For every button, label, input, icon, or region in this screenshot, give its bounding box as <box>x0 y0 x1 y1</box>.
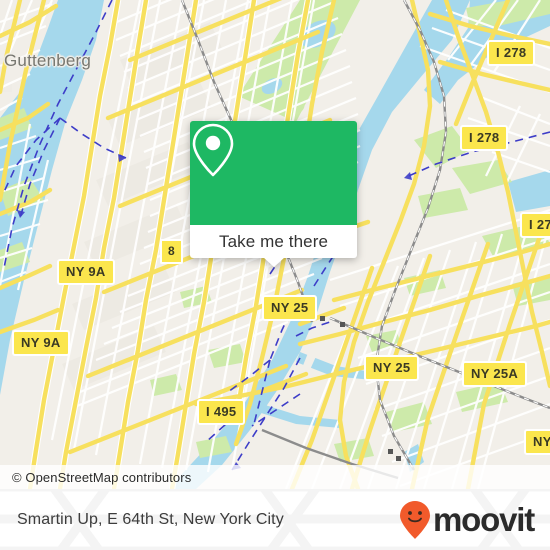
city-label-guttenberg: Guttenberg <box>4 51 92 70</box>
map-pin-icon <box>192 123 234 177</box>
map-canvas[interactable]: Guttenberg I 278 I 278 I 278 NY 9A NY 9A… <box>0 0 550 489</box>
moovit-logo: moovit <box>399 500 535 540</box>
bottom-info-bar: Smartin Up, E 64th St, New York City moo… <box>0 489 550 550</box>
location-title: Smartin Up, E 64th St, New York City <box>17 510 284 528</box>
moovit-map-screenshot: Guttenberg I 278 I 278 I 278 NY 9A NY 9A… <box>0 0 550 550</box>
road-shield-i278-a: I 278 <box>487 40 536 66</box>
road-shield-8: 8 <box>160 239 183 264</box>
take-me-there-popup[interactable]: Take me there <box>190 121 357 267</box>
moovit-wordmark: moovit <box>433 501 535 538</box>
road-shield-ny25-b: NY 25 <box>364 355 420 381</box>
moovit-smiley-pin-icon <box>400 500 431 539</box>
road-shield-ny9a-b: NY 9A <box>12 330 70 356</box>
popup-cta[interactable]: Take me there <box>190 225 357 258</box>
road-shield-ny25-a: NY 25 <box>262 295 318 321</box>
road-shield-i278-b: I 278 <box>460 125 509 151</box>
road-shield-i495: I 495 <box>197 399 246 425</box>
attribution-text: © OpenStreetMap contributors <box>12 469 192 485</box>
road-shield-ny9a-a: NY 9A <box>57 259 115 285</box>
road-shield-ny-edge: NY <box>524 429 550 455</box>
map-attribution: © OpenStreetMap contributors <box>0 465 550 489</box>
road-shield-ny25a: NY 25A <box>462 361 528 387</box>
road-shield-i278-c: I 278 <box>520 212 550 238</box>
popup-pointer <box>262 257 285 267</box>
popup-header <box>190 121 357 225</box>
